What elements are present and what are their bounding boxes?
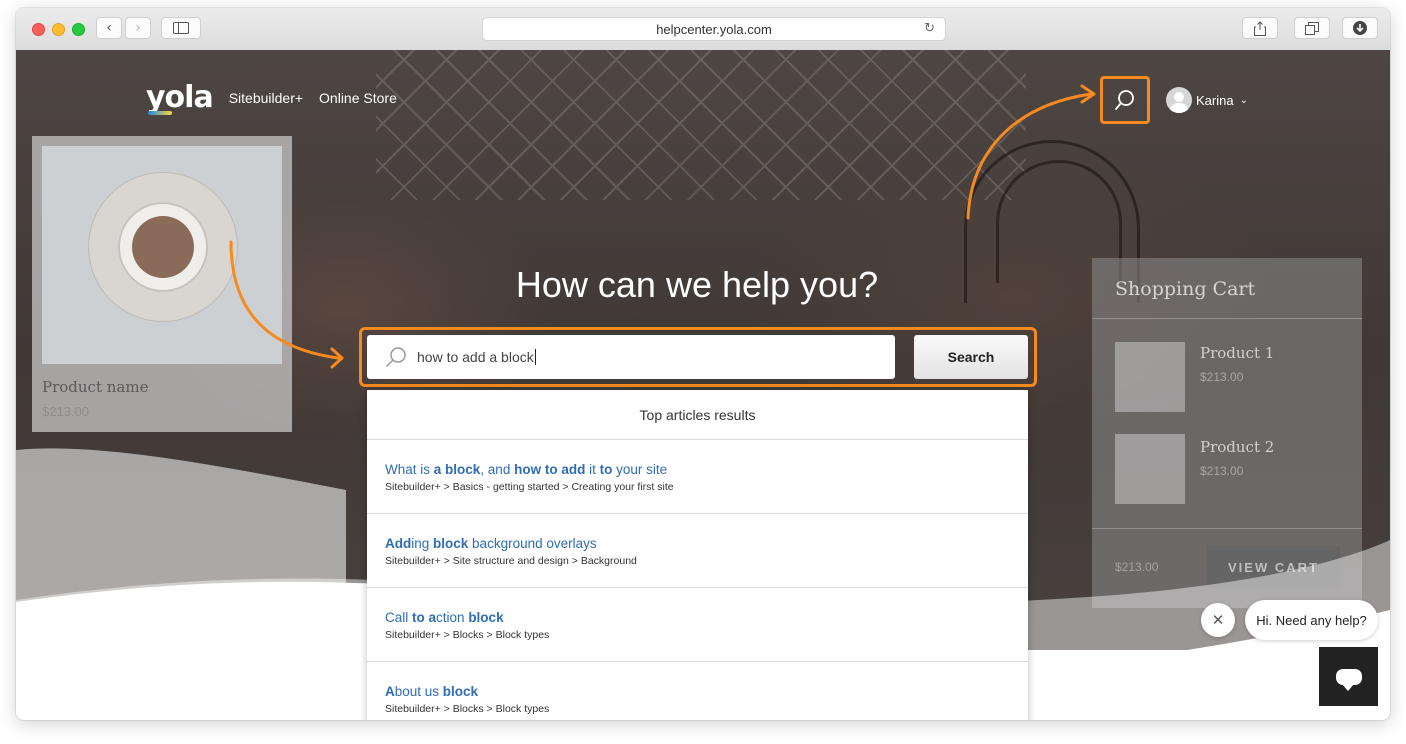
chat-launcher-button[interactable] xyxy=(1319,647,1378,706)
url-text: helpcenter.yola.com xyxy=(656,21,772,37)
chat-close-button[interactable]: ✕ xyxy=(1201,603,1235,637)
user-menu[interactable]: Karina ⌄ xyxy=(1166,87,1248,113)
close-icon: ✕ xyxy=(1211,611,1225,629)
result-breadcrumb: Sitebuilder+ > Blocks > Block types xyxy=(385,629,550,641)
browser-toolbar: ‹ › helpcenter.yola.com ↻ xyxy=(16,8,1390,51)
result-breadcrumb: Sitebuilder+ > Blocks > Block types xyxy=(385,703,550,715)
result-item[interactable]: What is a block, and how to add it to yo… xyxy=(367,440,1028,514)
result-title[interactable]: What is a block, and how to add it to yo… xyxy=(385,462,1028,477)
chevron-right-icon: › xyxy=(135,20,141,36)
zoom-window-button[interactable] xyxy=(72,23,85,36)
site-nav: yola Sitebuilder+ Online Store xyxy=(146,78,397,118)
result-item[interactable]: Call to action block Sitebuilder+ > Bloc… xyxy=(367,588,1028,662)
text-caret xyxy=(534,349,536,365)
search-input[interactable]: how to add a block xyxy=(367,335,895,379)
tabs-button[interactable] xyxy=(1294,17,1330,39)
search-icon xyxy=(385,346,407,368)
search-button[interactable]: Search xyxy=(914,335,1028,379)
result-breadcrumb: Sitebuilder+ > Site structure and design… xyxy=(385,555,637,567)
result-title[interactable]: Call to action block xyxy=(385,610,1028,625)
chat-greeting[interactable]: Hi. Need any help? xyxy=(1245,600,1378,640)
downloads-button[interactable] xyxy=(1342,17,1378,39)
minimize-window-button[interactable] xyxy=(52,23,65,36)
nav-link-online-store[interactable]: Online Store xyxy=(319,90,397,106)
hero-section: Product name $213.00 Shopping Cart Produ… xyxy=(16,50,1390,720)
result-item[interactable]: Adding block background overlays Sitebui… xyxy=(367,514,1028,588)
forward-button[interactable]: › xyxy=(125,17,151,39)
chevron-left-icon: ‹ xyxy=(106,20,112,36)
download-icon xyxy=(1353,21,1367,35)
results-header: Top articles results xyxy=(367,390,1028,440)
page-title: How can we help you? xyxy=(515,264,879,305)
chat-icon xyxy=(1335,668,1362,691)
header-search-button[interactable] xyxy=(1100,76,1150,124)
avatar-icon xyxy=(1166,87,1192,113)
search-results-dropdown: Top articles results What is a block, an… xyxy=(367,390,1028,720)
result-title[interactable]: About us block xyxy=(385,684,1028,699)
sidebar-toggle-button[interactable] xyxy=(161,17,201,39)
reload-icon[interactable]: ↻ xyxy=(924,21,935,36)
sidebar-icon xyxy=(173,22,189,34)
result-breadcrumb: Sitebuilder+ > Basics - getting started … xyxy=(385,481,674,493)
search-query: how to add a block xyxy=(417,349,534,365)
back-button[interactable]: ‹ xyxy=(96,17,122,39)
search-icon xyxy=(1115,90,1134,110)
share-icon xyxy=(1254,20,1266,36)
result-item[interactable]: About us block Sitebuilder+ > Blocks > B… xyxy=(367,662,1028,720)
address-bar[interactable]: helpcenter.yola.com ↻ xyxy=(482,17,946,41)
user-name: Karina xyxy=(1196,92,1234,108)
tabs-icon xyxy=(1305,21,1319,35)
result-title[interactable]: Adding block background overlays xyxy=(385,536,1028,551)
browser-window: ‹ › helpcenter.yola.com ↻ Product name $ xyxy=(16,8,1390,720)
yola-logo[interactable]: yola xyxy=(146,83,214,115)
nav-link-sitebuilder[interactable]: Sitebuilder+ xyxy=(229,90,303,106)
chevron-down-icon: ⌄ xyxy=(1239,94,1248,106)
close-window-button[interactable] xyxy=(32,23,45,36)
share-button[interactable] xyxy=(1242,17,1278,39)
